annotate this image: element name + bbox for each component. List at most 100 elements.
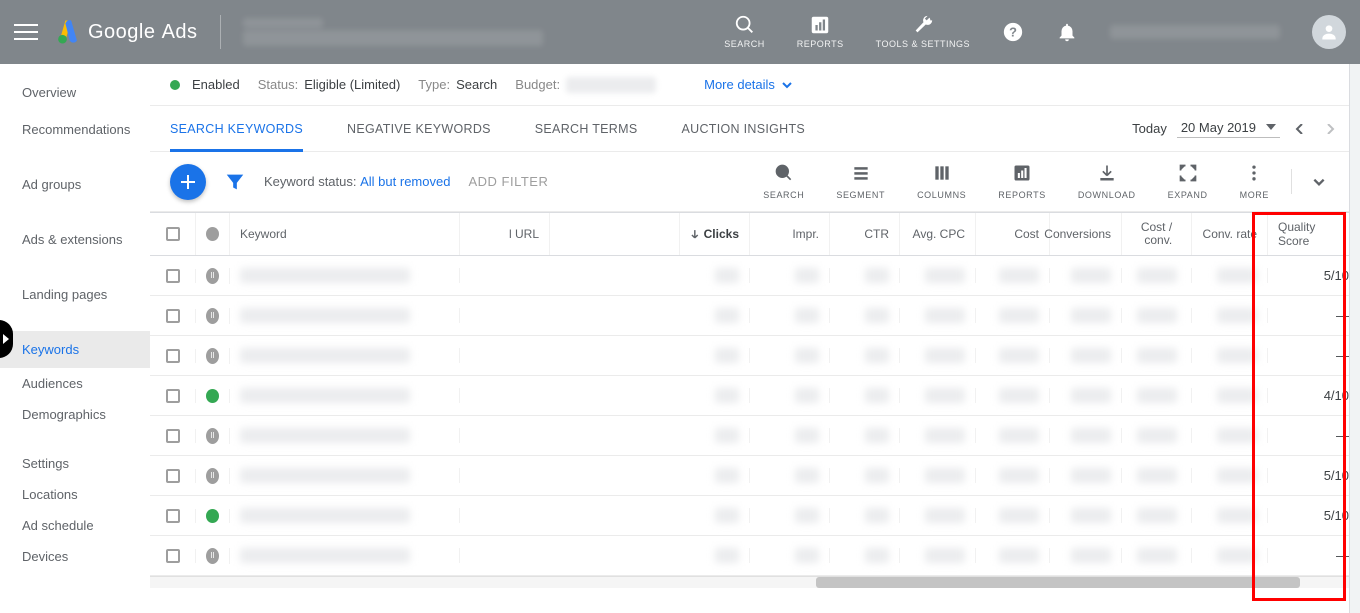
row-checkbox[interactable]: [150, 509, 196, 523]
date-next-icon[interactable]: [1320, 119, 1340, 139]
keyword-status-chip[interactable]: Keyword status: All but removed: [264, 174, 450, 189]
collapse-chart-icon[interactable]: [1298, 163, 1340, 200]
table-row[interactable]: II—: [150, 296, 1360, 336]
status-eligibility: Status:Eligible (Limited): [258, 77, 401, 92]
horizontal-scrollbar[interactable]: [150, 576, 1360, 588]
nav-recommendations[interactable]: Recommendations: [0, 111, 150, 148]
row-status[interactable]: II: [196, 348, 230, 364]
header-quality-score[interactable]: Quality Score: [1268, 213, 1360, 255]
table-reports-icon[interactable]: REPORTS: [982, 163, 1062, 200]
header-search-icon[interactable]: SEARCH: [724, 14, 765, 50]
top-header: Google Ads SEARCH REPORTS TOOLS & SETTIN…: [0, 0, 1360, 64]
notifications-icon[interactable]: [1056, 21, 1078, 43]
nav-settings[interactable]: Settings: [0, 448, 150, 479]
expand-icon[interactable]: EXPAND: [1152, 163, 1224, 200]
row-conv-rate: [1192, 508, 1268, 523]
nav-devices[interactable]: Devices: [0, 541, 150, 572]
date-prev-icon[interactable]: [1290, 119, 1310, 139]
row-status[interactable]: II: [196, 548, 230, 564]
filter-icon[interactable]: [224, 171, 246, 193]
more-icon[interactable]: MORE: [1224, 163, 1285, 200]
row-cost: [976, 348, 1050, 363]
download-icon[interactable]: DOWNLOAD: [1062, 163, 1152, 200]
table-row[interactable]: 4/10: [150, 376, 1360, 416]
nav-ad-groups[interactable]: Ad groups: [0, 166, 150, 203]
row-keyword: [230, 388, 460, 403]
header-reports-icon[interactable]: REPORTS: [797, 14, 844, 50]
table-row[interactable]: II5/10: [150, 456, 1360, 496]
row-keyword: [230, 268, 460, 283]
nav-landing-pages[interactable]: Landing pages: [0, 276, 150, 313]
tab-auction-insights[interactable]: AUCTION INSIGHTS: [681, 106, 805, 151]
add-keyword-button[interactable]: [170, 164, 206, 200]
svg-text:?: ?: [1009, 25, 1017, 40]
row-checkbox[interactable]: [150, 269, 196, 283]
header-keyword[interactable]: Keyword: [230, 213, 460, 255]
row-status[interactable]: [196, 389, 230, 403]
header-conv-rate[interactable]: Conv. rate: [1192, 213, 1268, 255]
tab-search-keywords[interactable]: SEARCH KEYWORDS: [170, 106, 303, 151]
tab-search-terms[interactable]: SEARCH TERMS: [535, 106, 638, 151]
header-cost[interactable]: Cost: [976, 213, 1050, 255]
header-ctr[interactable]: CTR: [830, 213, 900, 255]
row-checkbox[interactable]: [150, 469, 196, 483]
header-cost-conv[interactable]: Cost /conv.: [1122, 213, 1192, 255]
header-checkbox[interactable]: [150, 213, 196, 255]
table-search-icon[interactable]: SEARCH: [747, 163, 820, 200]
row-conv-rate: [1192, 308, 1268, 323]
row-status[interactable]: II: [196, 428, 230, 444]
columns-icon[interactable]: COLUMNS: [901, 163, 982, 200]
row-checkbox[interactable]: [150, 429, 196, 443]
table-row[interactable]: II—: [150, 336, 1360, 376]
row-clicks: [680, 468, 750, 483]
nav-keywords[interactable]: Keywords: [0, 331, 150, 368]
keyword-tabs: SEARCH KEYWORDS NEGATIVE KEYWORDS SEARCH…: [150, 106, 1360, 152]
header-tools-icon[interactable]: TOOLS & SETTINGS: [876, 14, 970, 50]
account-email[interactable]: [1110, 25, 1280, 39]
nav-ads-extensions[interactable]: Ads & extensions: [0, 221, 150, 258]
tab-negative-keywords[interactable]: NEGATIVE KEYWORDS: [347, 106, 491, 151]
table-row[interactable]: II5/10: [150, 256, 1360, 296]
table-row[interactable]: II—: [150, 416, 1360, 456]
more-details-link[interactable]: More details: [704, 77, 793, 92]
nav-overview[interactable]: Overview: [0, 74, 150, 111]
row-checkbox[interactable]: [150, 349, 196, 363]
row-avg-cpc: [900, 348, 976, 363]
header-status[interactable]: [196, 213, 230, 255]
row-conversions: [1050, 308, 1122, 323]
nav-locations[interactable]: Locations: [0, 479, 150, 510]
segment-icon[interactable]: SEGMENT: [820, 163, 901, 200]
table-header: Keyword l URL Clicks Impr. CTR Avg. CPC …: [150, 212, 1360, 256]
row-conversions: [1050, 388, 1122, 403]
row-checkbox[interactable]: [150, 309, 196, 323]
table-row[interactable]: II—: [150, 536, 1360, 576]
add-filter-button[interactable]: ADD FILTER: [468, 174, 548, 189]
row-quality-score: 5/10: [1268, 508, 1360, 523]
brand-logo[interactable]: Google Ads: [56, 19, 198, 45]
row-status[interactable]: II: [196, 468, 230, 484]
row-cost: [976, 468, 1050, 483]
row-status[interactable]: [196, 509, 230, 523]
row-status[interactable]: II: [196, 308, 230, 324]
header-clicks[interactable]: Clicks: [680, 213, 750, 255]
status-enabled[interactable]: Enabled: [170, 77, 240, 92]
nav-ad-schedule[interactable]: Ad schedule: [0, 510, 150, 541]
header-url[interactable]: l URL: [460, 213, 550, 255]
help-icon[interactable]: ?: [1002, 21, 1024, 43]
account-selector[interactable]: [243, 18, 543, 46]
row-keyword: [230, 508, 460, 523]
nav-audiences[interactable]: Audiences: [0, 368, 150, 399]
row-status[interactable]: II: [196, 268, 230, 284]
row-checkbox[interactable]: [150, 389, 196, 403]
user-avatar[interactable]: [1312, 15, 1346, 49]
header-conversions[interactable]: Conversions: [1050, 213, 1122, 255]
row-impr: [750, 548, 830, 563]
table-row[interactable]: 5/10: [150, 496, 1360, 536]
row-ctr: [830, 468, 900, 483]
menu-icon[interactable]: [14, 20, 38, 44]
row-checkbox[interactable]: [150, 549, 196, 563]
header-avg-cpc[interactable]: Avg. CPC: [900, 213, 976, 255]
nav-demographics[interactable]: Demographics: [0, 399, 150, 430]
header-impr[interactable]: Impr.: [750, 213, 830, 255]
date-range-picker[interactable]: Today 20 May 2019: [1132, 119, 1340, 139]
